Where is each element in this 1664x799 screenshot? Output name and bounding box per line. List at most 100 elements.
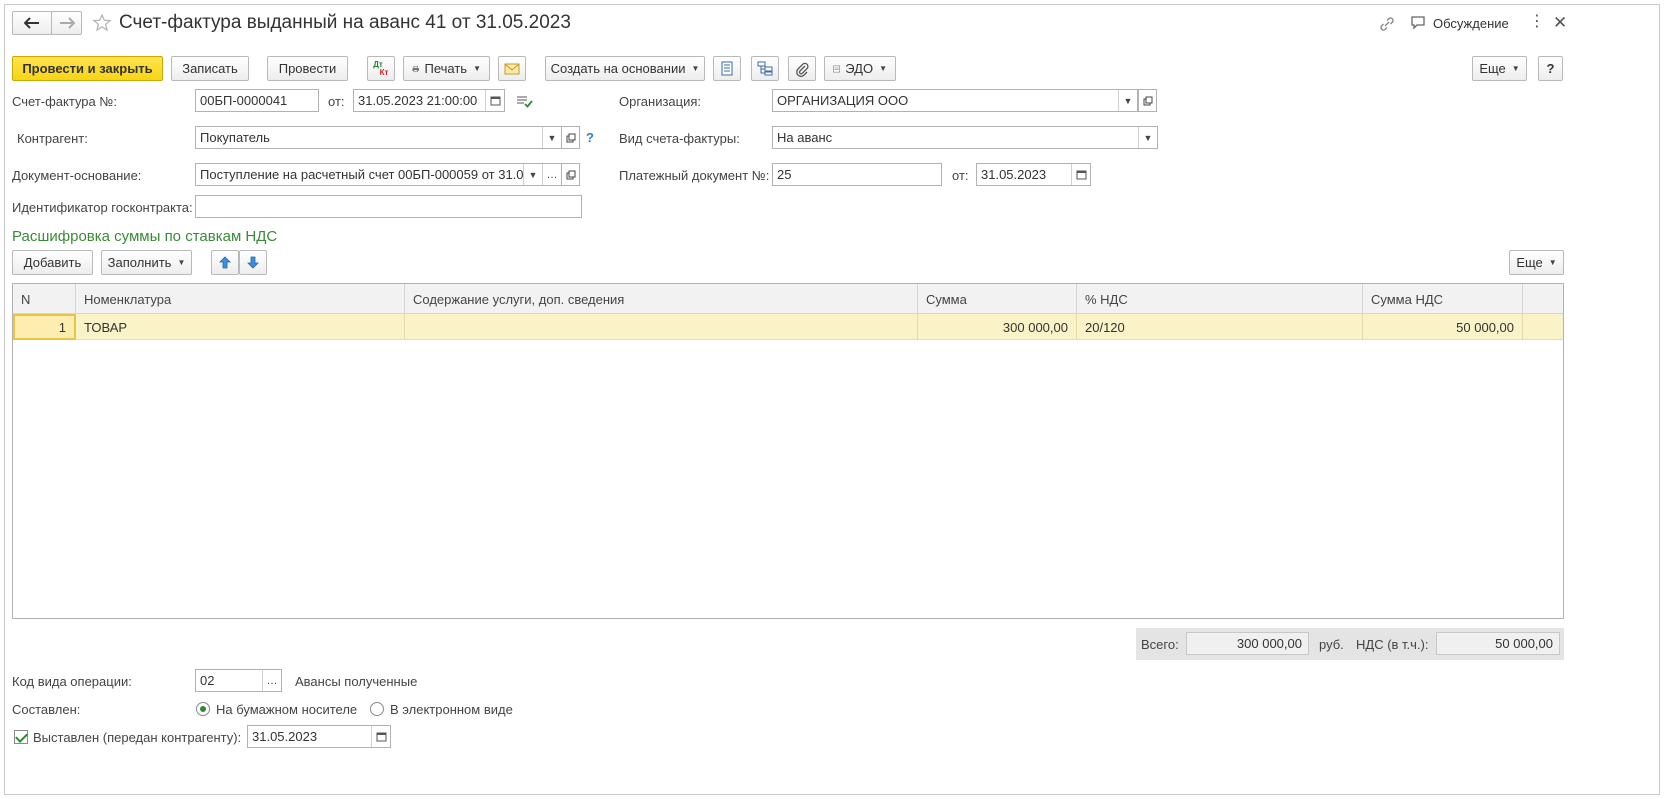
op-code-label: Код вида операции: — [12, 674, 132, 689]
select-ellipsis-icon[interactable]: … — [542, 164, 561, 185]
counterparty-label: Контрагент: — [17, 131, 88, 146]
table-header: N Номенклатура Содержание услуги, доп. с… — [13, 284, 1563, 314]
forward-button[interactable] — [51, 11, 82, 35]
page-title: Счет-фактура выданный на аванс 41 от 31.… — [119, 12, 571, 33]
issued-date-field[interactable]: 31.05.2023 — [247, 725, 391, 748]
hierarchy-icon — [757, 61, 773, 76]
open-external-icon — [566, 133, 575, 142]
cell-item[interactable]: ТОВАР — [76, 314, 405, 340]
print-button[interactable]: Печать ▼ — [403, 56, 490, 81]
save-button[interactable]: Записать — [171, 56, 249, 81]
move-down-button[interactable] — [239, 250, 267, 275]
gov-contract-label: Идентификатор госконтракта: — [12, 200, 193, 215]
counterparty-open-button[interactable] — [561, 126, 580, 149]
back-button[interactable] — [12, 11, 52, 35]
op-code-field[interactable]: 02 … — [195, 669, 282, 692]
discussion-label: Обсуждение — [1433, 15, 1509, 31]
cell-amount[interactable]: 300 000,00 — [918, 314, 1077, 340]
payment-doc-date-value: 31.05.2023 — [981, 167, 1047, 182]
dt-kt-button[interactable]: Дт Кт — [367, 56, 395, 81]
paper-radio-label[interactable]: На бумажном носителе — [216, 702, 357, 717]
post-and-close-button[interactable]: Провести и закрыть — [12, 56, 163, 81]
report-button[interactable] — [713, 56, 741, 81]
cell-vat-rate[interactable]: 20/120 — [1077, 314, 1363, 340]
organization-open-button[interactable] — [1138, 89, 1157, 112]
more-button[interactable]: Еще ▼ — [1472, 56, 1527, 81]
payment-doc-number-field[interactable]: 25 — [772, 163, 942, 186]
organization-label: Организация: — [619, 94, 702, 109]
printer-icon — [412, 65, 420, 72]
calendar-icon[interactable] — [1071, 164, 1090, 185]
create-based-on-label: Создать на основании — [550, 61, 686, 76]
edo-button[interactable]: ЭДО ▼ — [824, 56, 896, 81]
dropdown-icon[interactable]: ▼ — [523, 164, 542, 185]
counterparty-help-icon[interactable]: ? — [586, 130, 594, 145]
select-ellipsis-icon[interactable]: … — [262, 670, 281, 691]
payment-doc-date-field[interactable]: 31.05.2023 — [976, 163, 1091, 186]
envelope-icon — [504, 63, 520, 74]
counterparty-field[interactable]: Покупатель ▼ — [195, 126, 562, 149]
structure-button[interactable] — [751, 56, 779, 81]
invoice-date-value: 31.05.2023 21:00:00 — [358, 93, 478, 108]
move-up-button[interactable] — [211, 250, 239, 275]
email-button[interactable] — [498, 56, 526, 81]
electronic-radio-label[interactable]: В электронном виде — [390, 702, 513, 717]
dropdown-icon[interactable]: ▼ — [542, 127, 561, 148]
table-more-button[interactable]: Еще ▼ — [1509, 250, 1564, 275]
post-button[interactable]: Провести — [267, 56, 348, 81]
caret-down-icon: ▼ — [1511, 64, 1520, 73]
invoice-date-field[interactable]: 31.05.2023 21:00:00 — [353, 89, 505, 112]
fill-button[interactable]: Заполнить ▼ — [101, 250, 192, 275]
table-more-label: Еще — [1516, 255, 1543, 270]
issued-checkbox[interactable] — [14, 730, 28, 744]
base-document-open-button[interactable] — [561, 163, 580, 186]
cell-content[interactable] — [405, 314, 918, 340]
edo-icon — [833, 65, 840, 72]
currency-label: руб. — [1319, 637, 1344, 652]
payment-doc-label: Платежный документ №: — [619, 168, 770, 183]
chat-icon — [1411, 16, 1425, 30]
payment-doc-number-value: 25 — [777, 167, 792, 182]
discussion-button[interactable]: Обсуждение — [1410, 15, 1509, 31]
column-header-n[interactable]: N — [13, 284, 76, 314]
invoice-date-from-label: от: — [328, 94, 345, 109]
invoice-kind-field[interactable]: На аванс ▼ — [772, 126, 1158, 149]
star-icon[interactable] — [92, 13, 112, 33]
calendar-icon[interactable] — [371, 726, 390, 747]
gov-contract-field[interactable] — [195, 195, 582, 218]
help-button[interactable]: ? — [1538, 56, 1563, 81]
add-row-button[interactable]: Добавить — [12, 250, 93, 275]
issued-label: Выставлен (передан контрагенту): — [33, 730, 242, 745]
calendar-icon[interactable] — [485, 90, 504, 111]
column-header-content[interactable]: Содержание услуги, доп. сведения — [405, 284, 918, 314]
vat-table[interactable]: N Номенклатура Содержание услуги, доп. с… — [12, 283, 1564, 619]
invoice-number-field[interactable]: 00БП-0000041 — [195, 89, 319, 112]
column-header-amount[interactable]: Сумма — [918, 284, 1077, 314]
base-document-field[interactable]: Поступление на расчетный счет 00БП-00005… — [195, 163, 562, 186]
help-label: ? — [1546, 61, 1555, 76]
column-header-item[interactable]: Номенклатура — [76, 284, 405, 314]
cell-vat-amount[interactable]: 50 000,00 — [1363, 314, 1523, 340]
table-row[interactable]: 1 ТОВАР 300 000,00 20/120 50 000,00 — [13, 314, 1563, 340]
dropdown-icon[interactable]: ▼ — [1118, 90, 1137, 111]
column-header-vat-amount[interactable]: Сумма НДС — [1363, 284, 1523, 314]
number-settings-icon[interactable] — [516, 95, 533, 108]
organization-field[interactable]: ОРГАНИЗАЦИЯ ООО ▼ — [772, 89, 1138, 112]
payment-doc-from-label: от: — [952, 168, 969, 183]
more-vert-icon[interactable]: ⋮ — [1529, 14, 1545, 30]
more-label: Еще — [1479, 61, 1506, 76]
dropdown-icon[interactable]: ▼ — [1138, 127, 1157, 148]
op-code-description: Авансы полученные — [295, 674, 418, 689]
link-icon[interactable] — [1378, 15, 1396, 33]
attach-button[interactable] — [788, 56, 816, 81]
column-header-vat-rate[interactable]: % НДС — [1077, 284, 1363, 314]
issued-date-value: 31.05.2023 — [252, 729, 318, 744]
create-based-on-button[interactable]: Создать на основании ▼ — [545, 56, 705, 81]
dt-kt-icon-bottom: Кт — [379, 67, 389, 77]
cell-n[interactable]: 1 — [13, 314, 76, 340]
totals-bar: Всего: 300 000,00 руб. НДС (в т.ч.): 50 … — [1136, 628, 1564, 660]
paper-radio[interactable] — [196, 702, 210, 716]
close-icon[interactable]: ✕ — [1553, 13, 1567, 33]
electronic-radio[interactable] — [370, 702, 384, 716]
invoice-number-label: Счет-фактура №: — [12, 94, 117, 109]
